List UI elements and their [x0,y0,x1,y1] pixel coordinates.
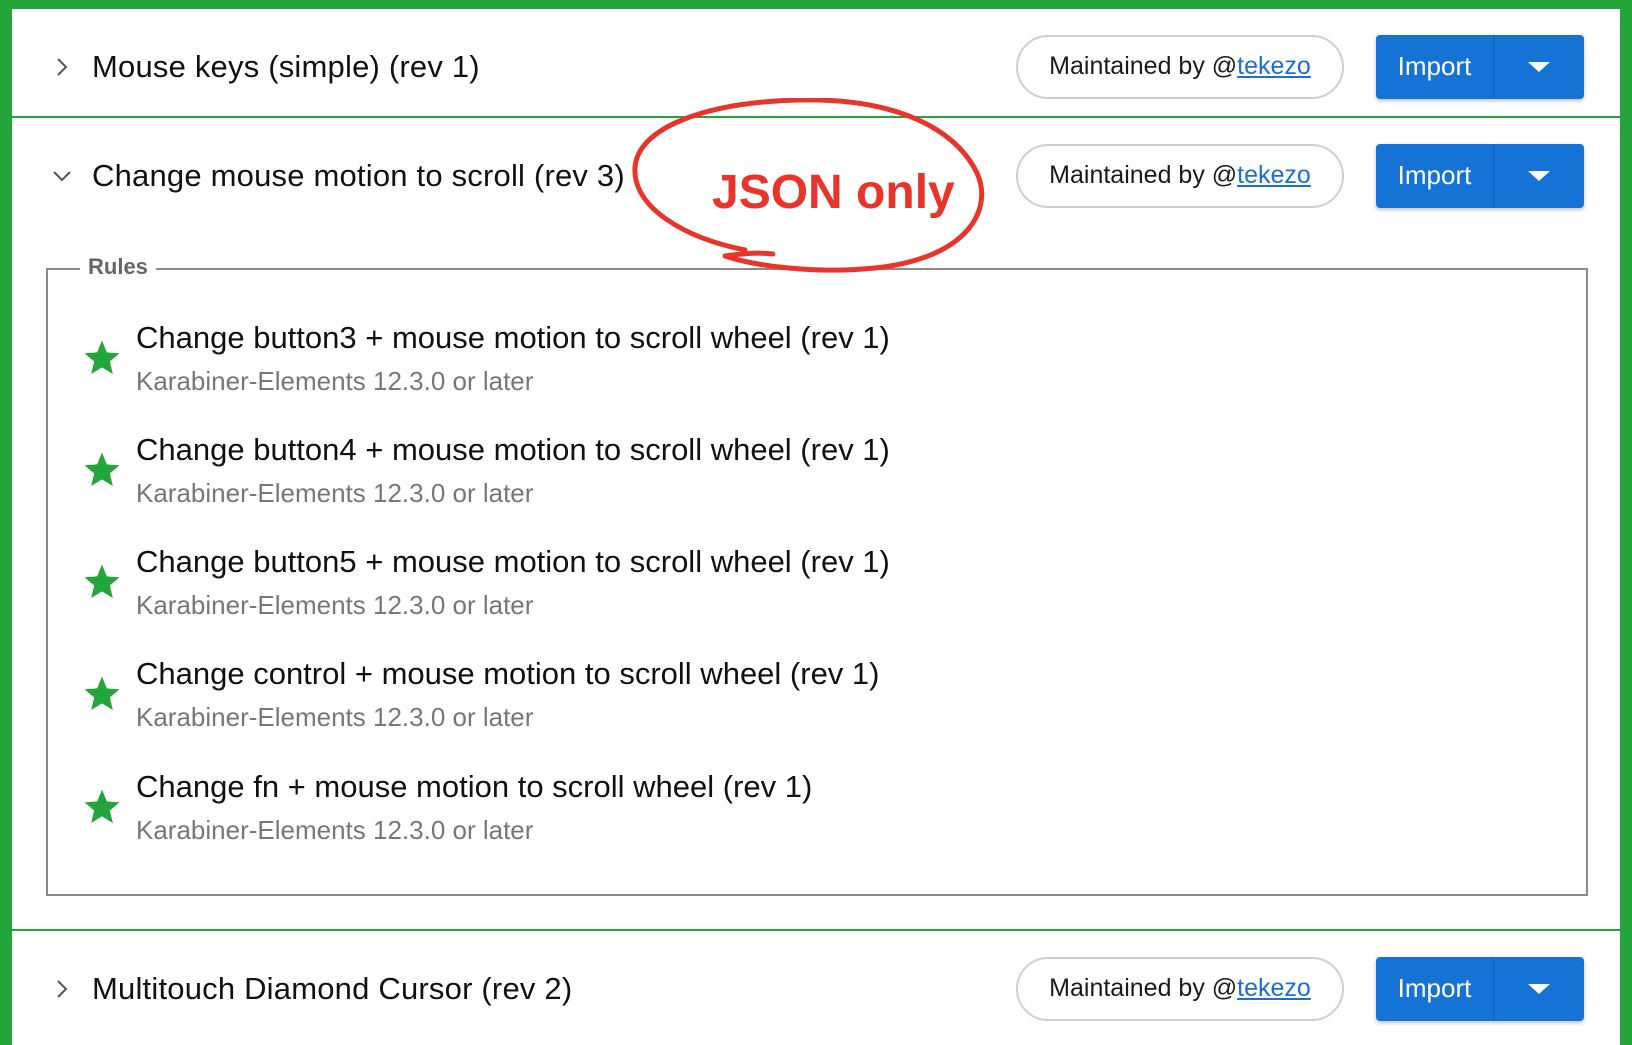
maintainer-badge: Maintained by @ tekezo [1016,956,1344,1021]
maintainer-prefix: Maintained by @ [1049,52,1238,80]
rule-requirement: Karabiner-Elements 12.3.0 or later [136,366,534,396]
import-dropdown-button[interactable] [1494,956,1584,1021]
chevron-right-icon[interactable] [48,975,76,1003]
maintainer-link[interactable]: tekezo [1237,161,1311,190]
star-icon [84,452,120,486]
star-icon [84,789,120,823]
rule-title: Change button3 + mouse motion to scroll … [136,320,890,355]
rule-group-multitouch-diamond[interactable]: Multitouch Diamond Cursor (rev 2) Mainta… [12,931,1620,1045]
maintainer-prefix: Maintained by @ [1049,161,1238,189]
maintainer-prefix: Maintained by @ [1049,974,1238,1002]
rule-requirement: Karabiner-Elements 12.3.0 or later [136,815,534,845]
rule-item: Change button4 + mouse motion to scroll … [82,432,1482,522]
annotation-label: JSON only [712,166,955,219]
caret-down-icon [1528,170,1550,181]
import-button[interactable]: Import [1376,956,1494,1021]
star-icon [84,564,120,598]
maintainer-badge: Maintained by @ tekezo [1016,143,1344,208]
rule-item: Change button5 + mouse motion to scroll … [82,544,1482,634]
rule-item: Change fn + mouse motion to scroll wheel… [82,769,1482,859]
import-dropdown-button[interactable] [1494,143,1584,208]
star-icon [84,676,120,710]
import-button[interactable]: Import [1376,143,1494,208]
rule-item: Change button3 + mouse motion to scroll … [82,320,1482,410]
chevron-down-icon[interactable] [48,162,76,190]
import-button-group: Import [1376,956,1584,1021]
import-button-group: Import [1376,34,1584,99]
rule-item: Change control + mouse motion to scroll … [82,656,1482,746]
rule-title: Change button4 + mouse motion to scroll … [136,432,890,467]
caret-down-icon [1528,983,1550,994]
rule-title: Change control + mouse motion to scroll … [136,656,880,691]
maintainer-link[interactable]: tekezo [1237,974,1311,1003]
maintainer-link[interactable]: tekezo [1237,52,1311,81]
row-title[interactable]: Change mouse motion to scroll (rev 3) [92,158,625,194]
import-button[interactable]: Import [1376,34,1494,99]
rule-title: Change button5 + mouse motion to scroll … [136,544,890,579]
import-dropdown-button[interactable] [1494,34,1584,99]
rules-legend: Rules [80,254,156,280]
chevron-right-icon[interactable] [48,53,76,81]
import-button-group: Import [1376,143,1584,208]
star-icon [84,340,120,374]
rule-title: Change fn + mouse motion to scroll wheel… [136,769,813,804]
maintainer-badge: Maintained by @ tekezo [1016,34,1344,99]
rule-requirement: Karabiner-Elements 12.3.0 or later [136,702,534,732]
caret-down-icon [1528,61,1550,72]
rule-requirement: Karabiner-Elements 12.3.0 or later [136,478,534,508]
rule-requirement: Karabiner-Elements 12.3.0 or later [136,590,534,620]
row-title[interactable]: Multitouch Diamond Cursor (rev 2) [92,971,572,1007]
row-title[interactable]: Mouse keys (simple) (rev 1) [92,49,480,85]
